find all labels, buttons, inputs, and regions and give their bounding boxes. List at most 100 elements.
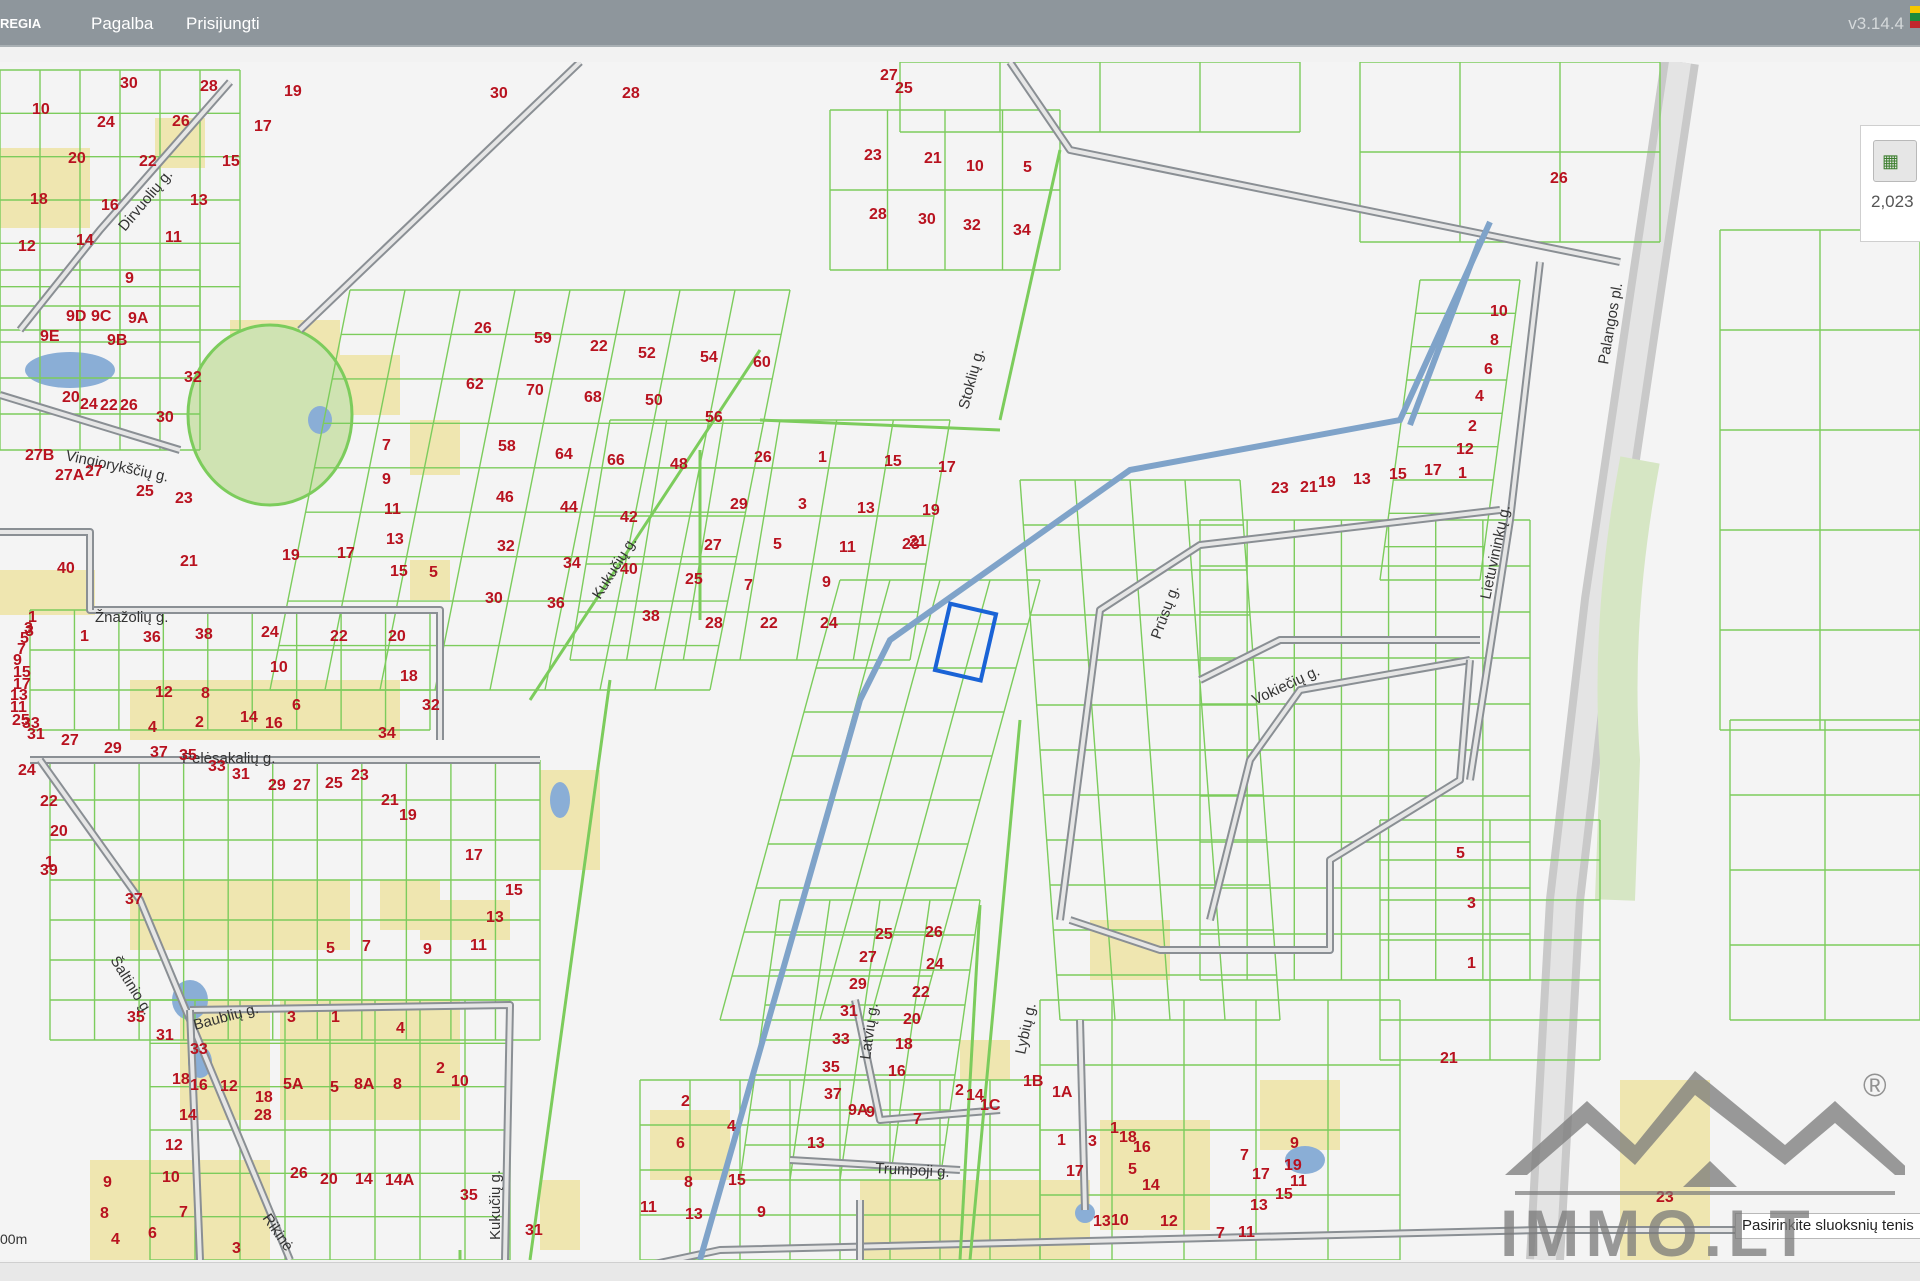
parcel-number: 8 <box>1490 332 1499 349</box>
parcel-number: 50 <box>645 392 663 409</box>
parcel-number: 11 <box>839 539 856 556</box>
parcel-number: 22 <box>330 628 348 645</box>
parcel-number: 46 <box>496 489 514 506</box>
parcel-number: 14 <box>1142 1177 1160 1194</box>
parcel-number: 16 <box>265 715 283 732</box>
parcel-number: 28 <box>200 78 218 95</box>
immo-logo-icon <box>1505 1071 1905 1195</box>
parcel-number: 34 <box>1013 222 1031 239</box>
parcel-number: 33 <box>832 1031 850 1048</box>
parcel-number: 26 <box>120 397 138 414</box>
parcel-number: 17 <box>938 459 956 476</box>
parcel-number: 27 <box>85 463 103 480</box>
parcel-number: 19 <box>1284 1157 1302 1174</box>
built-area <box>260 880 350 940</box>
parcel-number: 5 <box>1456 845 1465 862</box>
parcel-number: 10 <box>966 158 984 175</box>
parcel-number: 15 <box>884 453 902 470</box>
parcel-number: 30 <box>156 409 174 426</box>
parcel-number: 66 <box>607 452 625 469</box>
parcel-number: 9 <box>822 574 831 591</box>
parcel-number: 36 <box>547 595 565 612</box>
parcel-number: 27 <box>293 777 311 794</box>
parcel-number: 70 <box>526 382 544 399</box>
parcel-number: 9 <box>423 941 432 958</box>
parcel-number: 32 <box>422 697 440 714</box>
parcel-number: 34 <box>563 555 581 572</box>
parcel-number: 4 <box>148 719 157 736</box>
parcel-number: 13 <box>1353 471 1371 488</box>
parcel-number: 28 <box>705 615 723 632</box>
parcel-number: 22 <box>40 793 58 810</box>
layer-panel-value: 2,023 <box>1871 192 1914 211</box>
parcel-number: 5 <box>773 536 782 553</box>
water-body <box>25 352 115 388</box>
parcel-number: 13 <box>1250 1197 1268 1214</box>
parcel-number: 15 <box>728 1172 746 1189</box>
parcel-number: 37 <box>150 744 168 761</box>
parcel-number: 24 <box>820 615 838 632</box>
parcel-number: 8 <box>201 685 210 702</box>
parcel-number: 7 <box>913 1111 922 1128</box>
parcel-number: 1 <box>1057 1132 1066 1149</box>
parcel-number: 35 <box>822 1059 840 1076</box>
parcel-number: 24 <box>18 762 36 779</box>
parcel-number: 59 <box>534 330 552 347</box>
parcel-number: 52 <box>638 345 656 362</box>
parcel-number: 25 <box>875 926 893 943</box>
parcel-number: 22 <box>912 984 930 1001</box>
parcel-number: 21 <box>180 553 198 570</box>
parcel-number: 19 <box>282 547 300 564</box>
parcel-number: 24 <box>926 956 944 973</box>
parcel-number: 11 <box>1238 1224 1255 1241</box>
parcel-number: 9E <box>40 328 60 345</box>
parcel-number: 16 <box>101 197 119 214</box>
parcel-number: 30 <box>485 590 503 607</box>
parcel-number: 18 <box>400 668 418 685</box>
parcel-number: 1 <box>80 628 89 645</box>
parcel-number: 10 <box>162 1169 180 1186</box>
parcel-number: 32 <box>184 369 202 386</box>
parcel-number: 6 <box>292 697 301 714</box>
parcel-number: 15 <box>222 153 240 170</box>
parcel-number: 29 <box>104 740 122 757</box>
parcel-number: 7 <box>382 437 391 454</box>
parcel-number: 4 <box>1475 388 1484 405</box>
parcel-number: 64 <box>555 446 573 463</box>
parcel-number: 6 <box>1484 361 1493 378</box>
parcel-number: 19 <box>922 502 940 519</box>
parcel-number: 21 <box>924 150 942 167</box>
parcel-number: 10 <box>1490 303 1508 320</box>
parcel-number: 22 <box>760 615 778 632</box>
parcel-number: 3 <box>1088 1133 1097 1150</box>
parcel-number: 9 <box>103 1174 112 1191</box>
parcel-number: 13 <box>190 192 208 209</box>
parcel-number: 6 <box>148 1225 157 1242</box>
parcel-number: 42 <box>620 509 638 526</box>
parcel-number: 11 <box>165 229 182 246</box>
built-area <box>540 1180 580 1250</box>
menu-login[interactable]: Prisijungti <box>186 14 260 34</box>
parcel-number: 22 <box>139 153 157 170</box>
parcel-number: 31 <box>840 1003 858 1020</box>
parcel-number: 28 <box>622 85 640 102</box>
parcel-number: 58 <box>498 438 516 455</box>
parcel-number: 3 <box>798 496 807 513</box>
parcel-number: 25 <box>325 775 343 792</box>
parcel-number: 5A <box>283 1076 304 1093</box>
parcel-number: 22 <box>100 397 118 414</box>
parcel-number: 19 <box>399 807 417 824</box>
version-label: v3.14.4 <box>1848 14 1904 33</box>
parcel-number: 62 <box>466 376 484 393</box>
brand-logo[interactable]: REGIA <box>0 16 41 31</box>
menu-help[interactable]: Pagalba <box>91 14 153 34</box>
map-layers-icon[interactable]: ▦ <box>1873 140 1917 182</box>
parcel-number: 32 <box>963 217 981 234</box>
parcel-number: 26 <box>172 113 190 130</box>
parcel-number: 21 <box>381 792 399 809</box>
flag-icon[interactable] <box>1910 6 1920 28</box>
parcel-number: 60 <box>753 354 771 371</box>
parcel-number: 2 <box>681 1093 690 1110</box>
parcel-number: 17 <box>1252 1166 1270 1183</box>
parcel-number: 56 <box>705 409 723 426</box>
